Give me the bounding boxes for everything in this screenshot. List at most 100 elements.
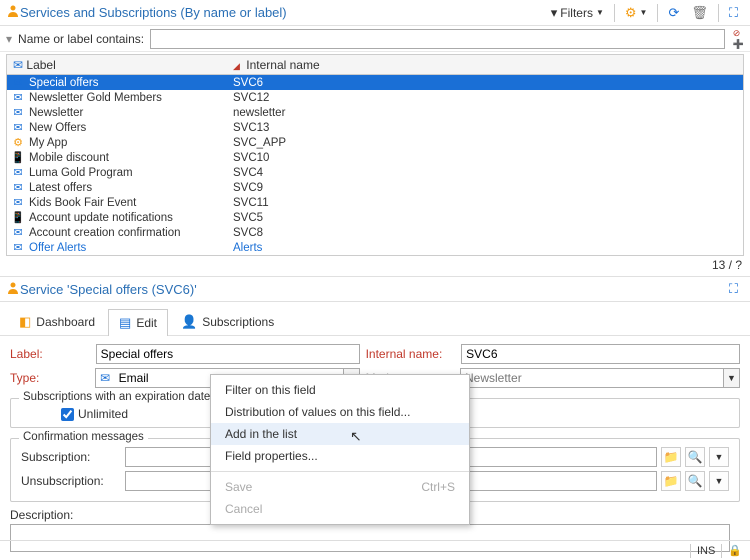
search-icon: 🔍 — [688, 450, 703, 464]
row-icon: ✉ — [11, 121, 25, 134]
row-icon: 📱 — [11, 211, 25, 224]
dropdown-caret-icon: ▼ — [640, 8, 648, 17]
delete-button[interactable]: 🗑 — [685, 3, 714, 23]
search-button[interactable]: 🔍 — [685, 447, 705, 467]
row-label: Mobile discount — [29, 152, 109, 164]
unsubscription-label: Unsubscription: — [21, 474, 121, 488]
row-icon: ✉ — [11, 241, 25, 254]
configure-button[interactable]: ⚙ ▼ — [619, 3, 654, 23]
detail-expand-button[interactable]: ⛶ — [723, 279, 744, 299]
table-row[interactable]: ✉Newsletter Gold MembersSVC12 — [7, 90, 743, 105]
tab-subscriptions[interactable]: 👤 Subscriptions — [170, 308, 285, 335]
trash-icon: 🗑 — [691, 5, 708, 21]
ctx-label: Save — [225, 480, 252, 494]
row-internal: SVC_APP — [227, 137, 743, 149]
table-row[interactable]: ✉Account creation confirmationSVC8 — [7, 225, 743, 240]
dropdown-button[interactable]: ▼ — [709, 447, 729, 467]
table-row[interactable]: 📱 Account update notifications SVC5 — [7, 210, 743, 225]
table-row[interactable]: 📱Mobile discountSVC10 — [7, 150, 743, 165]
row-label: New Offers — [29, 122, 86, 134]
ctx-add-in-list[interactable]: Add in the list — [211, 423, 469, 445]
row-label: Account update notifications — [29, 212, 173, 224]
expiration-group-title: Subscriptions with an expiration date — [19, 391, 214, 403]
folder-button[interactable]: 📁 — [661, 447, 681, 467]
filter-input[interactable] — [150, 29, 725, 49]
unlimited-checkbox[interactable] — [61, 408, 74, 421]
expand-button[interactable]: ⛶ — [723, 3, 744, 23]
row-icon: ✉ — [11, 181, 25, 194]
internal-name-field[interactable] — [461, 344, 740, 364]
ctx-filter-field[interactable]: Filter on this field — [211, 379, 469, 401]
table-row[interactable]: ⚙ My App SVC_APP — [7, 135, 743, 150]
person-icon: 👤 — [181, 314, 197, 330]
table-row[interactable]: ✉Latest offersSVC9 — [7, 180, 743, 195]
row-label: Kids Book Fair Event — [29, 197, 136, 209]
search-icon: 🔍 — [688, 474, 703, 488]
tab-edit-label: Edit — [136, 316, 157, 330]
person-icon — [6, 4, 20, 21]
col-internal-text: Internal name — [246, 58, 319, 72]
filter-add-icon[interactable]: ➕ — [733, 40, 744, 49]
tab-dashboard[interactable]: ◧ Dashboard — [8, 308, 106, 335]
row-internal: SVC4 — [227, 167, 743, 179]
ctx-field-properties[interactable]: Field properties... — [211, 445, 469, 467]
grid-body[interactable]: ✉ Special offers SVC6✉Newsletter Gold Memb… — [7, 75, 743, 255]
ctx-label: Add in the list — [225, 427, 297, 441]
table-row[interactable]: ✉New OffersSVC13 — [7, 120, 743, 135]
mode-combo[interactable]: ▼ — [460, 368, 740, 388]
folder-icon: 📁 — [664, 450, 679, 464]
status-bar: INS 🔒 — [0, 540, 750, 560]
separator — [614, 4, 615, 22]
ctx-label: Cancel — [225, 502, 262, 516]
lock-icon: 🔒 — [728, 544, 742, 557]
folder-button[interactable]: 📁 — [661, 471, 681, 491]
column-header-label[interactable]: ✉ Label — [7, 58, 227, 72]
refresh-icon: ⟳ — [668, 5, 679, 21]
table-row[interactable]: ✉Special offersSVC6 — [7, 75, 743, 90]
row-label: Special offers — [29, 77, 98, 89]
dropdown-caret-icon: ▼ — [596, 8, 604, 17]
refresh-button[interactable]: ⟳ — [662, 3, 685, 23]
internal-field-label: Internal name: — [366, 347, 456, 361]
filters-label: Filters — [560, 6, 593, 20]
row-internal: SVC11 — [227, 197, 743, 209]
folder-icon: 📁 — [664, 474, 679, 488]
ctx-save: Save Ctrl+S — [211, 476, 469, 498]
table-row[interactable]: ✉Newsletternewsletter — [7, 105, 743, 120]
row-label: Latest offers — [29, 182, 92, 194]
filters-button[interactable]: ▾ Filters ▼ — [545, 3, 610, 23]
column-header-internal[interactable]: ◢ Internal name — [227, 58, 743, 72]
envelope-icon: ✉ — [13, 58, 23, 72]
grid-footer: 13 / ? — [0, 256, 750, 276]
table-row[interactable]: ✉Offer AlertsAlerts — [7, 240, 743, 255]
row-icon: ✉ — [11, 196, 25, 209]
col-label-text: Label — [26, 58, 55, 72]
ctx-label: Distribution of values on this field... — [225, 405, 410, 419]
row-internal: SVC5 — [227, 212, 743, 224]
tab-edit[interactable]: ▤ Edit — [108, 309, 168, 336]
mode-field[interactable] — [460, 368, 724, 388]
label-field-label: Label: — [10, 347, 90, 361]
label-field[interactable] — [96, 344, 360, 364]
row-internal: SVC6 — [227, 77, 743, 89]
table-row[interactable]: ✉ Kids Book Fair Event SVC11 — [7, 195, 743, 210]
row-icon: ✉ — [11, 166, 25, 179]
ctx-shortcut: Ctrl+S — [421, 480, 455, 494]
dropdown-caret-icon[interactable]: ▼ — [724, 368, 740, 388]
ctx-label: Field properties... — [225, 449, 318, 463]
subscription-label: Subscription: — [21, 450, 121, 464]
row-icon: ⚙ — [11, 136, 25, 149]
dropdown-button[interactable]: ▼ — [709, 471, 729, 491]
grid-count: 13 / ? — [712, 258, 742, 272]
expand-icon: ⛶ — [729, 281, 738, 297]
row-label: My App — [29, 137, 67, 149]
filter-clear-icon[interactable]: ⊘ — [733, 29, 744, 38]
table-row[interactable]: ✉Luma Gold ProgramSVC4 — [7, 165, 743, 180]
ctx-distribution[interactable]: Distribution of values on this field... — [211, 401, 469, 423]
row-internal: Alerts — [227, 242, 743, 254]
edit-icon: ▤ — [119, 315, 131, 331]
row-internal: SVC12 — [227, 92, 743, 104]
search-button[interactable]: 🔍 — [685, 471, 705, 491]
row-label: Newsletter — [29, 107, 83, 119]
cursor-icon: ↖ — [350, 428, 362, 445]
